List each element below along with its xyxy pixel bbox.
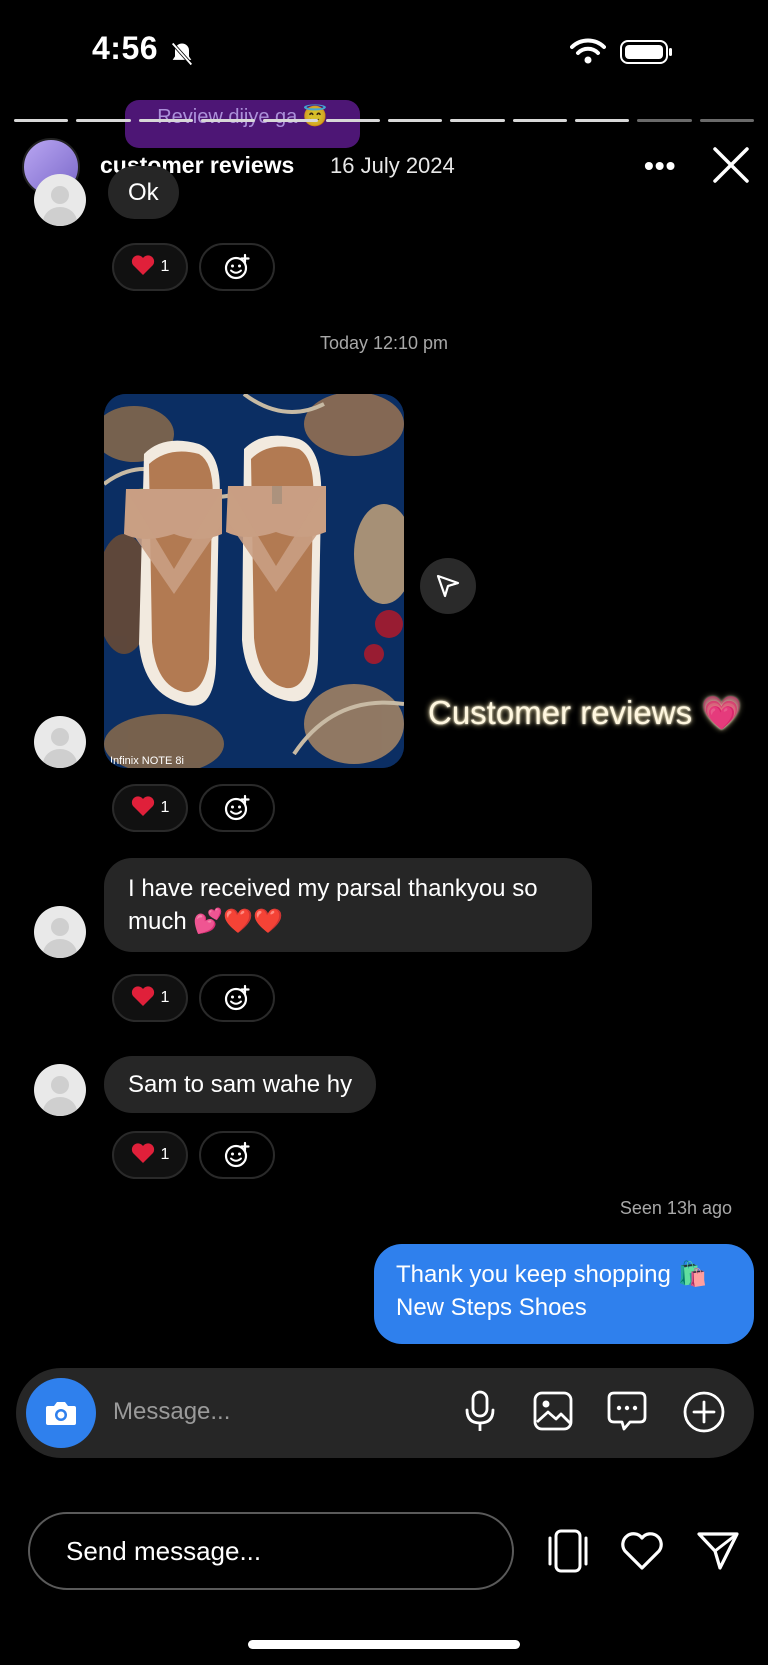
home-indicator	[248, 1640, 520, 1649]
heart-icon	[131, 254, 155, 281]
more-icon[interactable]: •••	[644, 150, 676, 182]
wifi-icon	[570, 38, 606, 69]
reaction-chip[interactable]: 1	[112, 974, 188, 1022]
seen-status: Seen 13h ago	[619, 1198, 732, 1218]
reaction-count: 1	[160, 258, 170, 275]
close-icon[interactable]	[712, 146, 750, 189]
photo-watermark: Infinix NOTE 8i	[110, 755, 184, 767]
status-time: 4:56	[92, 30, 159, 66]
reaction-chip[interactable]: 1	[112, 1131, 188, 1179]
heart-icon	[131, 795, 155, 822]
sent-message-bubble[interactable]: Thank you keep shopping 🛍️ New Steps Sho…	[374, 1244, 754, 1344]
battery-icon	[620, 40, 674, 69]
story-reply-placeholder: Send message...	[66, 1536, 262, 1566]
add-reaction-icon[interactable]	[199, 1131, 275, 1179]
reaction-chip[interactable]: 1	[112, 784, 188, 832]
message-timestamp: Today 12:10 pm	[319, 333, 449, 353]
avatar	[34, 174, 86, 226]
send-icon[interactable]	[696, 1530, 740, 1577]
customer-reviews-sticker: Customer reviews 💗	[428, 694, 743, 731]
add-reaction-icon[interactable]	[199, 974, 275, 1022]
avatar	[34, 716, 86, 768]
heart-icon	[131, 1142, 155, 1169]
add-reaction-icon[interactable]	[199, 243, 275, 291]
sticker-icon[interactable]	[606, 1390, 648, 1437]
message-bubble[interactable]: I have received my parsal thankyou so mu…	[104, 858, 592, 952]
sandals-photo[interactable]: Infinix NOTE 8i	[104, 394, 404, 768]
camera-icon[interactable]	[26, 1378, 96, 1448]
story-date: 16 July 2024	[330, 153, 455, 178]
gallery-icon[interactable]	[532, 1390, 574, 1437]
message-input[interactable]: Message...	[113, 1398, 230, 1426]
reaction-chip[interactable]: 1	[112, 243, 188, 291]
mic-icon[interactable]	[462, 1390, 498, 1439]
previous-message-peek: Review dijye ga 😇	[125, 100, 360, 148]
heart-icon	[131, 985, 155, 1012]
add-reaction-icon[interactable]	[199, 784, 275, 832]
reaction-count: 1	[160, 989, 170, 1006]
reaction-count: 1	[160, 799, 170, 816]
share-icon[interactable]	[420, 558, 476, 614]
avatar	[34, 906, 86, 958]
story-frame-icon[interactable]	[546, 1528, 590, 1579]
plus-icon[interactable]	[682, 1390, 726, 1439]
bell-slash-icon	[168, 40, 196, 73]
message-bubble[interactable]: Ok	[108, 166, 179, 219]
story-progress-bar	[14, 119, 754, 123]
avatar	[34, 1064, 86, 1116]
message-bubble[interactable]: Sam to sam wahe hy	[104, 1056, 377, 1113]
reaction-count: 1	[160, 1146, 170, 1163]
like-icon[interactable]	[620, 1530, 664, 1577]
